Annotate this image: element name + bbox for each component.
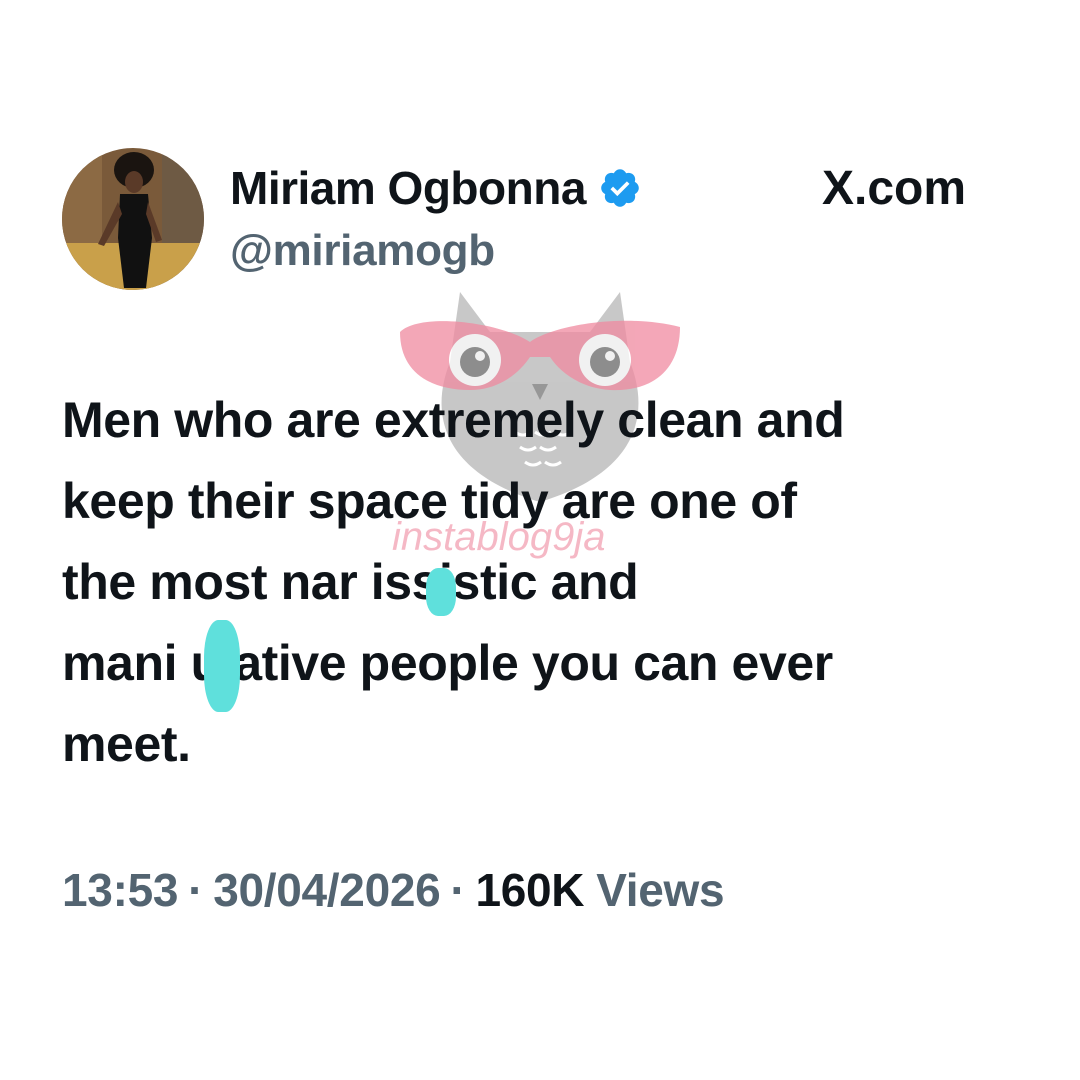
avatar-photo <box>62 148 204 290</box>
avatar[interactable] <box>62 148 204 290</box>
tweet-meta: 13:53 · 30/04/2026 · 160K Views <box>62 858 725 922</box>
source-label: X.com <box>822 161 967 215</box>
meta-separator: · <box>188 864 204 916</box>
censor-blob <box>426 568 456 616</box>
censor-blob <box>204 620 240 712</box>
tweet-text: Men who are extremely clean and keep the… <box>62 380 1052 785</box>
tweet-date[interactable]: 30/04/2026 <box>213 863 441 917</box>
meta-separator: · <box>450 864 466 916</box>
author-display-name[interactable]: Miriam Ogbonna <box>230 161 586 215</box>
tweet-line: keep their space tidy are one of <box>62 473 797 529</box>
tweet-time[interactable]: 13:53 <box>62 863 178 917</box>
author-name-row: Miriam Ogbonna <box>230 156 642 220</box>
views-count: 160K <box>475 864 585 916</box>
tweet-line: Men who are extremely clean and <box>62 392 845 448</box>
tweet-line: the most nar issistic and <box>62 554 639 610</box>
author-handle[interactable]: @miriamogb <box>230 226 495 276</box>
verified-badge-icon <box>598 166 642 210</box>
tweet-line: meet. <box>62 716 191 772</box>
views-label: Views <box>596 864 725 916</box>
